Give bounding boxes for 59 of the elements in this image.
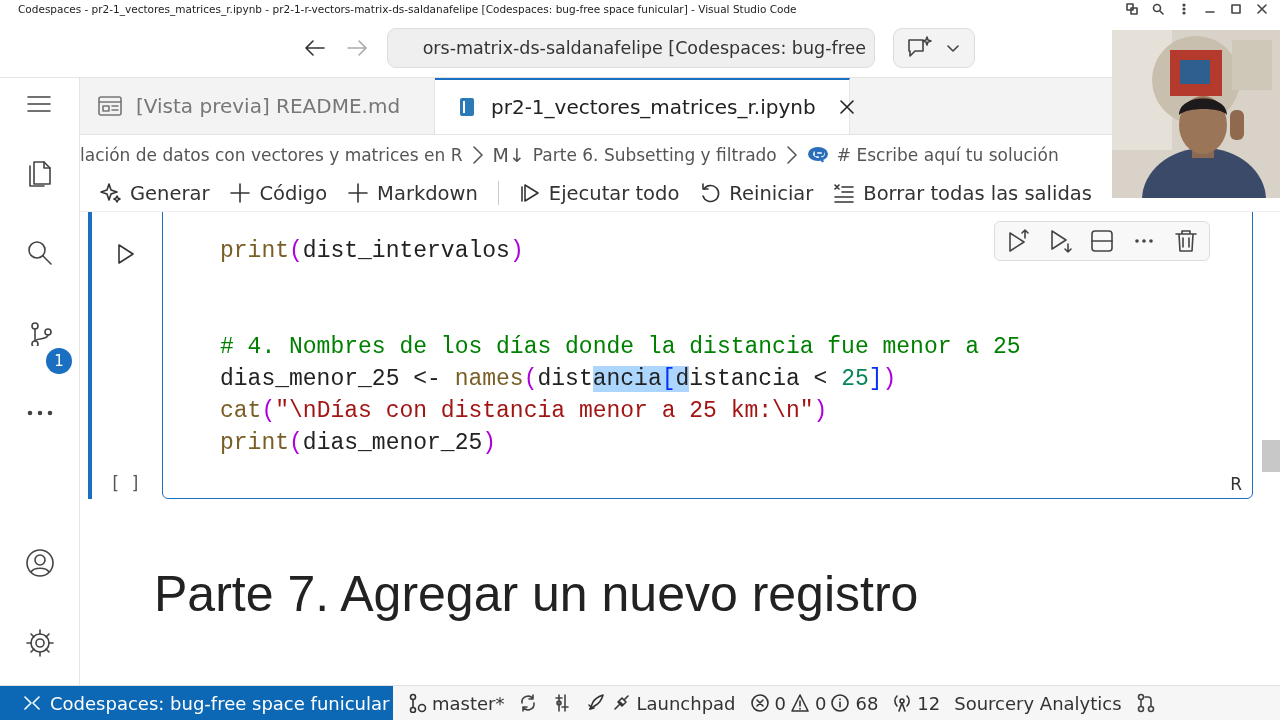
code-line: print(dist_intervalos)	[220, 237, 524, 266]
execution-count: [ ]	[110, 473, 141, 493]
code-cell[interactable]: print(dist_intervalos) # 4. Nombres de los días donde la distancia fue menor a 25 dias_menor_25 <- names(distancia[distancia < 25]) cat("\nDías con distancia menor a 25 km:\n") print(dias_menor_25) R	[162, 212, 1253, 499]
plus-icon	[229, 182, 252, 204]
branch-icon	[407, 693, 427, 713]
status-item[interactable]: 0	[790, 692, 827, 714]
run-all-icon	[518, 182, 541, 204]
remote-icon	[22, 693, 42, 713]
sparkle-icon	[100, 182, 122, 204]
status-item[interactable]: 0	[749, 692, 786, 714]
plus-icon	[347, 182, 370, 204]
toolbar-button[interactable]: Reiniciar	[699, 181, 814, 205]
chat-button[interactable]	[893, 27, 975, 68]
broadcast-icon	[892, 693, 913, 713]
trash-icon[interactable]	[1173, 228, 1199, 254]
toolbar-button[interactable]: Borrar todas las salidas	[833, 181, 1092, 205]
language-picker[interactable]: R	[1230, 474, 1242, 494]
info-icon	[830, 693, 851, 713]
clear-outputs-icon	[833, 182, 856, 204]
window-title: Codespaces - pr2-1_vectores_matrices_r.ipynb - pr2-1-r-vectors-matrix-ds-saldanafelipe [Codespaces: bug-free space funicular] - Visual Studio Code	[18, 3, 798, 15]
markdown-icon: M↓	[492, 144, 525, 166]
remote-indicator[interactable]: Codespaces: bug-free space funicular	[0, 686, 393, 720]
code-line: # 4. Nombres de los días donde la distancia fue menor a 25	[220, 333, 1021, 362]
chevron-right-icon	[470, 145, 485, 165]
section-heading: Parte 7. Agregar un nuevo registro	[154, 565, 920, 623]
split-cell-icon[interactable]	[1089, 228, 1115, 254]
account-icon[interactable]	[24, 548, 55, 578]
breadcrumb-item[interactable]: Parte 6. Subsetting y filtrado	[532, 145, 777, 165]
close-icon[interactable]	[837, 98, 856, 116]
preview-icon	[98, 96, 122, 116]
toolbar-button[interactable]: Código	[229, 181, 328, 205]
breadcrumb-item[interactable]: # Escribe aquí tu solución	[836, 145, 1059, 165]
zoom-icon[interactable]	[1152, 3, 1164, 15]
chevron-right-icon	[784, 145, 799, 165]
status-item[interactable]: master*	[407, 692, 505, 714]
plug-icon	[611, 693, 632, 713]
code-line: dias_menor_25 <- names(distancia[distancia < 25])	[220, 365, 897, 394]
notebook-icon	[459, 97, 475, 117]
restart-icon	[699, 182, 722, 204]
launchpad-item[interactable]: Launchpad	[586, 692, 736, 714]
toolbar-button[interactable]: Ejecutar todo	[518, 181, 680, 205]
code-line: cat("\nDías con distancia menor a 25 km:\n")	[220, 397, 828, 426]
error-icon	[749, 693, 770, 713]
close-icon[interactable]	[1256, 3, 1268, 15]
scrollbar[interactable]	[1262, 440, 1280, 472]
count-badge: 1	[46, 348, 72, 374]
code-line: print(dias_menor_25)	[220, 429, 497, 458]
toolbar-button[interactable]: Markdown	[347, 181, 478, 205]
status-item[interactable]: 12	[892, 692, 941, 714]
maximize-icon[interactable]	[1230, 3, 1242, 15]
status-item[interactable]: Sourcery Analytics	[954, 692, 1122, 714]
pull-request-icon[interactable]	[1135, 693, 1156, 713]
settings-icon[interactable]	[24, 628, 55, 658]
toolbar-button[interactable]: Generar	[100, 181, 210, 205]
breadcrumb-item[interactable]: lación de datos con vectores y matrices en R	[80, 145, 463, 165]
translate-icon[interactable]	[1126, 3, 1138, 15]
status-item[interactable]: 68	[830, 692, 879, 714]
command-center[interactable]: ors-matrix-ds-saldanafelipe [Codespaces: bug-free	[387, 27, 875, 68]
warning-icon	[790, 693, 810, 713]
